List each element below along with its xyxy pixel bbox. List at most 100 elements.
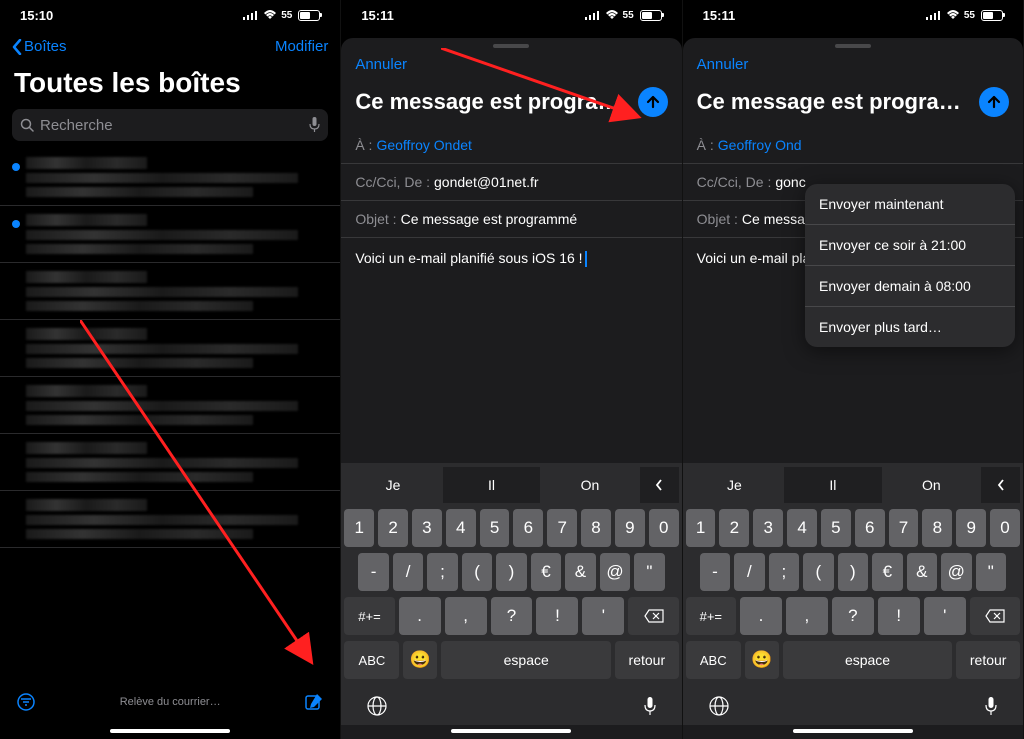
key-altshift[interactable]: #+= <box>686 597 736 635</box>
key[interactable]: 5 <box>480 509 510 547</box>
send-button[interactable] <box>979 87 1009 117</box>
to-field[interactable]: À :Geoffroy Ondet <box>341 127 681 164</box>
key[interactable]: & <box>565 553 595 591</box>
key[interactable]: . <box>399 597 441 635</box>
mic-icon[interactable] <box>643 696 657 716</box>
menu-send-now[interactable]: Envoyer maintenant <box>805 184 1015 225</box>
search-input[interactable]: Recherche <box>12 109 328 141</box>
key[interactable]: 8 <box>922 509 952 547</box>
key[interactable]: 7 <box>547 509 577 547</box>
key[interactable]: 8 <box>581 509 611 547</box>
key[interactable]: 7 <box>889 509 919 547</box>
suggestion-collapse[interactable] <box>981 467 1020 503</box>
to-recipient[interactable]: Geoffroy Ond <box>718 137 802 153</box>
mail-item[interactable] <box>0 320 340 377</box>
sheet-grabber[interactable] <box>835 44 871 48</box>
key[interactable]: ' <box>924 597 966 635</box>
key[interactable]: @ <box>941 553 971 591</box>
filter-icon[interactable] <box>16 692 36 712</box>
key[interactable]: " <box>976 553 1006 591</box>
suggestion[interactable]: On <box>883 467 980 503</box>
key[interactable]: ) <box>496 553 526 591</box>
key[interactable]: & <box>907 553 937 591</box>
key[interactable]: @ <box>600 553 630 591</box>
send-button[interactable] <box>638 87 668 117</box>
subject-field[interactable]: Objet :Ce message est programmé <box>341 201 681 238</box>
to-field[interactable]: À :Geoffroy Ond <box>683 127 1023 164</box>
key-return[interactable]: retour <box>956 641 1020 679</box>
key[interactable]: , <box>786 597 828 635</box>
to-recipient[interactable]: Geoffroy Ondet <box>376 137 471 153</box>
key[interactable]: 4 <box>787 509 817 547</box>
edit-button[interactable]: Modifier <box>275 38 328 55</box>
mail-item[interactable] <box>0 149 340 206</box>
key[interactable]: ! <box>878 597 920 635</box>
sheet-grabber[interactable] <box>493 44 529 48</box>
key[interactable]: 0 <box>649 509 679 547</box>
mail-item[interactable] <box>0 263 340 320</box>
key[interactable]: - <box>358 553 388 591</box>
mail-item[interactable] <box>0 434 340 491</box>
email-body[interactable]: Voici un e-mail planifié sous iOS 16 ! <box>341 238 681 463</box>
key[interactable]: / <box>734 553 764 591</box>
compose-icon[interactable] <box>304 692 324 712</box>
key[interactable]: ( <box>462 553 492 591</box>
key[interactable]: 9 <box>956 509 986 547</box>
key[interactable]: ; <box>427 553 457 591</box>
mic-icon[interactable] <box>984 696 998 716</box>
globe-icon[interactable] <box>708 695 730 717</box>
key-emoji[interactable]: 😀 <box>403 641 437 679</box>
key[interactable]: 1 <box>686 509 716 547</box>
back-button[interactable]: Boîtes <box>12 38 67 55</box>
key[interactable]: ; <box>769 553 799 591</box>
key[interactable]: , <box>445 597 487 635</box>
key[interactable]: / <box>393 553 423 591</box>
key[interactable]: 9 <box>615 509 645 547</box>
key[interactable]: 3 <box>753 509 783 547</box>
key-space[interactable]: espace <box>441 641 611 679</box>
key[interactable]: 2 <box>378 509 408 547</box>
key[interactable]: ) <box>838 553 868 591</box>
cancel-button[interactable]: Annuler <box>355 56 407 73</box>
key-abc[interactable]: ABC <box>686 641 741 679</box>
suggestion[interactable]: On <box>541 467 638 503</box>
key-abc[interactable]: ABC <box>344 641 399 679</box>
key[interactable]: ? <box>491 597 533 635</box>
menu-send-tonight[interactable]: Envoyer ce soir à 21:00 <box>805 225 1015 266</box>
key-return[interactable]: retour <box>615 641 679 679</box>
key-backspace[interactable] <box>970 597 1020 635</box>
suggestion[interactable]: Je <box>344 467 441 503</box>
suggestion[interactable]: Il <box>443 467 540 503</box>
suggestion[interactable]: Je <box>686 467 783 503</box>
key[interactable]: - <box>700 553 730 591</box>
mail-list[interactable] <box>0 149 340 679</box>
key[interactable]: . <box>740 597 782 635</box>
key[interactable]: " <box>634 553 664 591</box>
key[interactable]: 6 <box>513 509 543 547</box>
suggestion[interactable]: Il <box>784 467 881 503</box>
key-backspace[interactable] <box>628 597 678 635</box>
key[interactable]: ! <box>536 597 578 635</box>
key-altshift[interactable]: #+= <box>344 597 394 635</box>
mail-item[interactable] <box>0 206 340 263</box>
key[interactable]: 1 <box>344 509 374 547</box>
cc-field[interactable]: Cc/Cci, De :gondet@01net.fr <box>341 164 681 201</box>
key[interactable]: ? <box>832 597 874 635</box>
menu-send-tomorrow[interactable]: Envoyer demain à 08:00 <box>805 266 1015 307</box>
mail-item[interactable] <box>0 377 340 434</box>
key[interactable]: 4 <box>446 509 476 547</box>
menu-send-later[interactable]: Envoyer plus tard… <box>805 307 1015 347</box>
key[interactable]: 2 <box>719 509 749 547</box>
key[interactable]: € <box>531 553 561 591</box>
globe-icon[interactable] <box>366 695 388 717</box>
cancel-button[interactable]: Annuler <box>697 56 749 73</box>
key[interactable]: ' <box>582 597 624 635</box>
key[interactable]: ( <box>803 553 833 591</box>
key[interactable]: € <box>872 553 902 591</box>
key[interactable]: 3 <box>412 509 442 547</box>
key[interactable]: 5 <box>821 509 851 547</box>
mail-item[interactable] <box>0 491 340 548</box>
suggestion-collapse[interactable] <box>640 467 679 503</box>
key[interactable]: 0 <box>990 509 1020 547</box>
mic-icon[interactable] <box>309 117 320 133</box>
